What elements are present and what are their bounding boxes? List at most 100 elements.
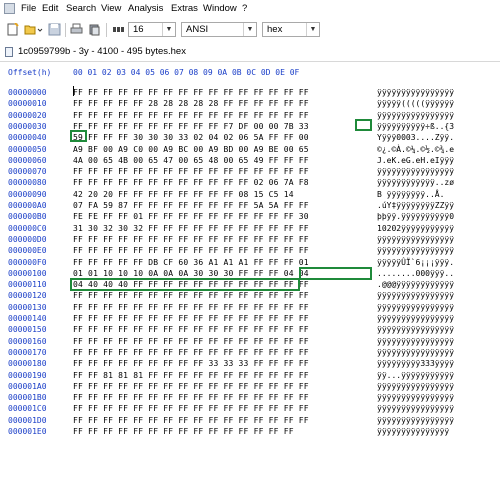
menu-view[interactable]: View xyxy=(101,3,121,15)
row-ascii-text[interactable]: ÿÿÿÿÿ(((((ÿÿÿÿÿÿ xyxy=(377,98,454,109)
row-offset: 000000C0 xyxy=(8,223,47,233)
menu-file[interactable]: File xyxy=(21,3,36,15)
row-offset: 00000160 xyxy=(8,336,47,346)
row-ascii-text[interactable]: B ÿÿÿÿÿÿÿÿ..Å. xyxy=(377,189,444,200)
display-mode-combobox[interactable]: hex ▼ xyxy=(262,22,320,37)
row-ascii-text[interactable]: ÿÿÿÿÿÿÿÿÿÿÿÿ..zø xyxy=(377,177,454,188)
row-ascii-text[interactable]: .úY‡ÿÿÿÿÿÿÿÿZZÿÿ xyxy=(377,200,454,211)
save-icon[interactable] xyxy=(48,23,61,36)
charset-combobox[interactable]: ANSI ▼ xyxy=(181,22,257,37)
tab-title: 1c0959799b - 3y - 4100 - 495 bytes.hex xyxy=(18,46,186,57)
file-tab[interactable]: 1c0959799b - 3y - 4100 - 495 bytes.hex xyxy=(2,44,190,60)
row-hex-bytes[interactable]: FF FF FF FF FF FF FF FF FF FF FF FF FF F… xyxy=(73,234,309,245)
row-hex-bytes[interactable]: FF FF FF FF FF FF FF FF FF FF FF FF FF F… xyxy=(73,426,294,437)
highlight-box xyxy=(70,278,300,291)
row-ascii-text[interactable]: 10202ÿÿÿÿÿÿÿÿÿÿÿ xyxy=(377,223,454,234)
row-hex-bytes[interactable]: FF FF FF FF FF FF FF FF FF FF FF FF FF F… xyxy=(73,324,309,335)
row-ascii-text[interactable]: ÿÿÿÿÿÿÿÿÿÿ÷ß..{3 xyxy=(377,121,454,132)
row-ascii-text[interactable]: ÿÿÿÿÿÿÿÿÿÿÿÿÿÿÿÿ xyxy=(377,87,454,98)
row-hex-bytes[interactable]: FF FF FF FF FF FF FF FF FF FF FF FF FF F… xyxy=(73,415,309,426)
row-hex-bytes[interactable]: FF FF FF FF FF FF FF FF FF FF FF FF FF F… xyxy=(73,392,309,403)
hex-editor[interactable]: Offset(h) 00 01 02 03 04 05 06 07 08 09 … xyxy=(0,62,500,478)
row-ascii-text[interactable]: ©¿.©À.©¼.©½.©¾.e xyxy=(377,144,454,155)
open-folder-icon[interactable] xyxy=(24,23,37,36)
row-hex-bytes[interactable]: FF FF FF FF FF FF FF FF FF FF FF FF FF F… xyxy=(73,381,309,392)
highlight-box xyxy=(299,267,372,280)
row-offset: 000000A0 xyxy=(8,201,47,210)
row-hex-bytes[interactable]: 4A 00 65 4B 00 65 47 00 65 48 00 65 49 F… xyxy=(73,155,309,166)
chevron-down-icon[interactable]: ▼ xyxy=(243,23,256,36)
row-hex-bytes[interactable]: FF FF FF FF FF FF FF FF FF FF FF FF FF F… xyxy=(73,302,309,313)
row-offset: 00000000 xyxy=(8,88,47,97)
row-offset: 000000F0 xyxy=(8,257,47,267)
row-ascii-text[interactable]: ÿÿÿÿÿÿÿÿÿÿÿÿÿÿÿÿ xyxy=(377,166,454,177)
row-ascii-text[interactable]: ÿÿÿÿÿÿÿÿÿÿÿÿÿÿÿÿ xyxy=(377,110,454,121)
row-hex-bytes[interactable]: FF FF FF FF FF FF FF FF FF FF F7 DF 00 0… xyxy=(73,121,309,132)
row-ascii-text[interactable]: ÿÿ...ÿÿÿÿÿÿÿÿÿÿÿ xyxy=(377,370,454,381)
row-ascii-text[interactable]: Yÿÿÿ0003....Zÿÿ. xyxy=(377,132,454,143)
chevron-down-icon[interactable]: ▼ xyxy=(306,23,319,36)
row-ascii-text[interactable]: ÿÿÿÿÿÿÿÿÿÿÿÿÿÿÿÿ xyxy=(377,313,454,324)
chevron-down-icon[interactable]: ▼ xyxy=(162,23,175,36)
columns-combobox[interactable]: 16 ▼ xyxy=(128,22,176,37)
row-ascii-text[interactable]: ........000ÿÿÿ.. xyxy=(377,268,454,279)
row-hex-bytes[interactable]: 31 30 32 30 32 FF FF FF FF FF FF FF FF F… xyxy=(73,223,309,234)
row-hex-bytes[interactable]: 59 FF FF FF 30 30 30 33 02 04 02 06 5A F… xyxy=(73,132,309,143)
row-hex-bytes[interactable]: FF FF FF FF FF FF FF FF FF FF FF FF FF F… xyxy=(73,347,309,358)
row-ascii-text[interactable]: ÿÿÿÿÿÿÿÿÿÿÿÿÿÿÿÿ xyxy=(377,403,454,414)
row-hex-bytes[interactable]: FF FF FF FF FF FF FF FF FF FF FF FF FF F… xyxy=(73,245,309,256)
row-hex-bytes[interactable]: FF FF FF FF FF FF FF FF FF FF FF FF FF F… xyxy=(73,166,309,177)
menu-search[interactable]: Search xyxy=(66,3,96,15)
row-hex-bytes[interactable]: FF FF FF FF FF FF FF FF FF 33 33 33 FF F… xyxy=(73,358,309,369)
row-hex-bytes[interactable]: FF FF 81 81 81 FF FF FF FF FF FF FF FF F… xyxy=(73,370,309,381)
row-hex-bytes[interactable]: FF FF FF FF FF DB CF 60 36 A1 A1 A1 FF F… xyxy=(73,257,309,268)
row-ascii-text[interactable]: ÿÿÿÿÿÛÏ`6¡¡¡ÿÿÿ. xyxy=(377,257,454,268)
row-offset: 00000150 xyxy=(8,325,47,335)
menu-window[interactable]: Window xyxy=(203,3,237,15)
row-ascii-text[interactable]: ÿÿÿÿÿÿÿÿÿÿÿÿÿÿÿÿ xyxy=(377,290,454,301)
row-ascii-text[interactable]: ÿÿÿÿÿÿÿÿÿÿÿÿÿÿÿÿ xyxy=(377,381,454,392)
row-hex-bytes[interactable]: 07 FA 59 87 FF FF FF FF FF FF FF FF 5A 5… xyxy=(73,200,309,211)
row-ascii-text[interactable]: ÿÿÿÿÿÿÿÿÿÿÿÿÿÿÿÿ xyxy=(377,415,454,426)
row-hex-bytes[interactable]: A9 BF 00 A9 C0 00 A9 BC 00 A9 BD 00 A9 B… xyxy=(73,144,309,155)
menu-extras[interactable]: Extras xyxy=(171,3,198,15)
highlight-box xyxy=(70,130,87,142)
row-ascii-text[interactable]: .@@@ÿÿÿÿÿÿÿÿÿÿÿÿ xyxy=(377,279,454,290)
row-ascii-text[interactable]: ÿÿÿÿÿÿÿÿÿÿÿÿÿÿÿ xyxy=(377,426,449,437)
app-icon xyxy=(4,3,15,14)
row-ascii-text[interactable]: ÿÿÿÿÿÿÿÿÿÿÿÿÿÿÿÿ xyxy=(377,324,454,335)
row-hex-bytes[interactable]: FF FF FF FF FF FF FF FF FF FF FF FF FF F… xyxy=(73,87,309,98)
menu-analysis[interactable]: Analysis xyxy=(128,3,163,15)
row-offset: 00000060 xyxy=(8,155,47,165)
row-hex-bytes[interactable]: FF FF FF FF FF FF FF FF FF FF FF FF 02 0… xyxy=(73,177,309,188)
row-hex-bytes[interactable]: FF FF FF FF FF FF FF FF FF FF FF FF FF F… xyxy=(73,313,309,324)
row-ascii-text[interactable]: ÿÿÿÿÿÿÿÿÿÿÿÿÿÿÿÿ xyxy=(377,392,454,403)
row-hex-bytes[interactable]: 42 20 20 FF FF FF FF FF FF FF FF 08 15 C… xyxy=(73,189,294,200)
row-hex-bytes[interactable]: FF FF FF FF FF FF FF FF FF FF FF FF FF F… xyxy=(73,110,309,121)
row-offset: 00000180 xyxy=(8,359,47,369)
document-icon xyxy=(5,47,13,57)
row-hex-bytes[interactable]: FF FF FF FF FF FF FF FF FF FF FF FF FF F… xyxy=(73,290,309,301)
row-ascii-text[interactable]: ÿÿÿÿÿÿÿÿÿÿÿÿÿÿÿÿ xyxy=(377,347,454,358)
copy-icon[interactable] xyxy=(88,23,101,36)
row-offset: 00000010 xyxy=(8,99,47,109)
menu-help[interactable]: ? xyxy=(242,3,247,15)
row-ascii-text[interactable]: ÿÿÿÿÿÿÿÿÿÿÿÿÿÿÿÿ xyxy=(377,336,454,347)
print-icon[interactable] xyxy=(70,23,83,36)
row-hex-bytes[interactable]: FF FF FF FF FF FF FF FF FF FF FF FF FF F… xyxy=(73,336,309,347)
row-hex-bytes[interactable]: FF FF FF FF FF FF FF FF FF FF FF FF FF F… xyxy=(73,403,309,414)
row-ascii-text[interactable]: ÿÿÿÿÿÿÿÿÿ333ÿÿÿÿ xyxy=(377,358,454,369)
row-hex-bytes[interactable]: FE FE FF FF 01 FF FF FF FF FF FF FF FF F… xyxy=(73,211,309,222)
row-ascii-text[interactable]: ÿÿÿÿÿÿÿÿÿÿÿÿÿÿÿÿ xyxy=(377,245,454,256)
row-ascii-text[interactable]: ÿÿÿÿÿÿÿÿÿÿÿÿÿÿÿÿ xyxy=(377,302,454,313)
new-file-icon[interactable] xyxy=(6,22,19,36)
row-ascii-text[interactable]: þþÿÿ.ÿÿÿÿÿÿÿÿÿÿ0 xyxy=(377,211,454,222)
row-hex-bytes[interactable]: FF FF FF FF FF 28 28 28 28 28 FF FF FF F… xyxy=(73,98,309,109)
row-ascii-text[interactable]: ÿÿÿÿÿÿÿÿÿÿÿÿÿÿÿÿ xyxy=(377,234,454,245)
chevron-down-icon[interactable] xyxy=(37,23,43,36)
row-ascii-text[interactable]: J.eK.eG.eH.eIÿÿÿ xyxy=(377,155,454,166)
menu-edit[interactable]: Edit xyxy=(42,3,58,15)
tab-bar: 1c0959799b - 3y - 4100 - 495 bytes.hex xyxy=(0,42,500,62)
columns-icon xyxy=(112,23,126,36)
row-offset: 000000B0 xyxy=(8,212,47,222)
